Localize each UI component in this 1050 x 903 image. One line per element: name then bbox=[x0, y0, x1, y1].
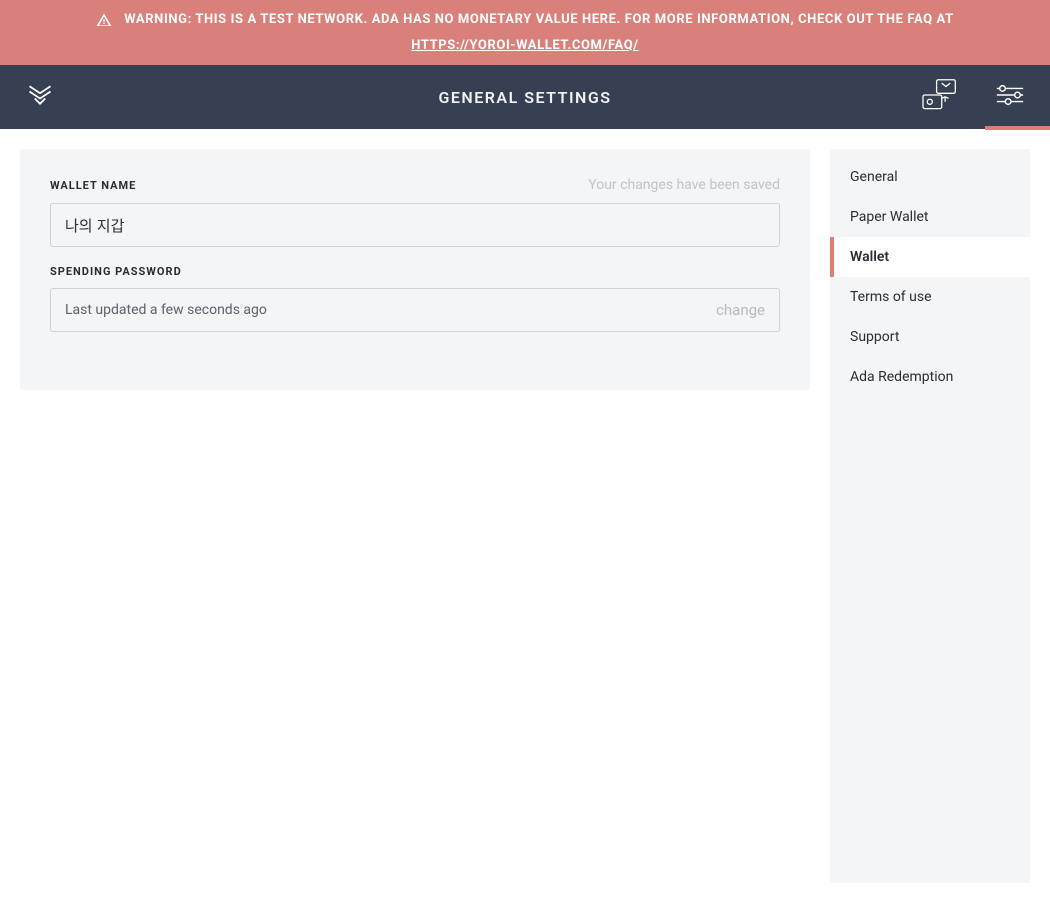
faq-link[interactable]: HTTPS://YOROI-WALLET.COM/FAQ/ bbox=[411, 36, 638, 56]
sidebar-item-label: Terms of use bbox=[850, 289, 932, 305]
sidebar-item-label: Ada Redemption bbox=[850, 369, 953, 385]
saved-status-text: Your changes have been saved bbox=[588, 177, 780, 193]
settings-header-button[interactable] bbox=[985, 65, 1035, 129]
sidebar-item-terms-of-use[interactable]: Terms of use bbox=[830, 277, 1030, 317]
sidebar-item-paper-wallet[interactable]: Paper Wallet bbox=[830, 197, 1030, 237]
app-logo-button[interactable] bbox=[15, 81, 65, 113]
change-password-button[interactable]: change bbox=[716, 301, 765, 319]
settings-sidebar: General Paper Wallet Wallet Terms of use… bbox=[830, 149, 1030, 883]
warning-icon bbox=[96, 12, 112, 28]
sidebar-item-label: General bbox=[850, 169, 898, 185]
warning-text: WARNING: THIS IS A TEST NETWORK. ADA HAS… bbox=[124, 10, 954, 30]
wallets-header-button[interactable] bbox=[915, 65, 965, 129]
wallet-settings-card: WALLET NAME Your changes have been saved… bbox=[20, 149, 810, 390]
sidebar-item-support[interactable]: Support bbox=[830, 317, 1030, 357]
testnet-warning-banner: WARNING: THIS IS A TEST NETWORK. ADA HAS… bbox=[0, 0, 1050, 65]
page-title: GENERAL SETTINGS bbox=[438, 88, 611, 107]
spending-password-label: SPENDING PASSWORD bbox=[50, 265, 182, 278]
sidebar-item-ada-redemption[interactable]: Ada Redemption bbox=[830, 357, 1030, 397]
sidebar-item-label: Paper Wallet bbox=[850, 209, 929, 225]
app-header: GENERAL SETTINGS bbox=[0, 65, 1050, 129]
header-actions bbox=[915, 65, 1035, 129]
sidebar-item-label: Support bbox=[850, 329, 899, 345]
yoroi-logo-icon bbox=[26, 81, 54, 113]
sidebar-item-general[interactable]: General bbox=[830, 157, 1030, 197]
wallet-stack-icon bbox=[919, 78, 961, 116]
main-area: WALLET NAME Your changes have been saved… bbox=[0, 129, 1050, 903]
sidebar-item-wallet[interactable]: Wallet bbox=[830, 237, 1030, 277]
wallet-name-label: WALLET NAME bbox=[50, 179, 136, 192]
spending-password-field: SPENDING PASSWORD Last updated a few sec… bbox=[50, 265, 780, 332]
wallet-name-input[interactable] bbox=[50, 203, 780, 247]
settings-content: WALLET NAME Your changes have been saved… bbox=[20, 149, 810, 883]
sidebar-item-label: Wallet bbox=[850, 249, 889, 265]
password-last-updated-text: Last updated a few seconds ago bbox=[65, 302, 267, 318]
sliders-icon bbox=[995, 83, 1025, 111]
spending-password-row: Last updated a few seconds ago change bbox=[50, 288, 780, 332]
wallet-name-field: WALLET NAME Your changes have been saved bbox=[50, 177, 780, 247]
